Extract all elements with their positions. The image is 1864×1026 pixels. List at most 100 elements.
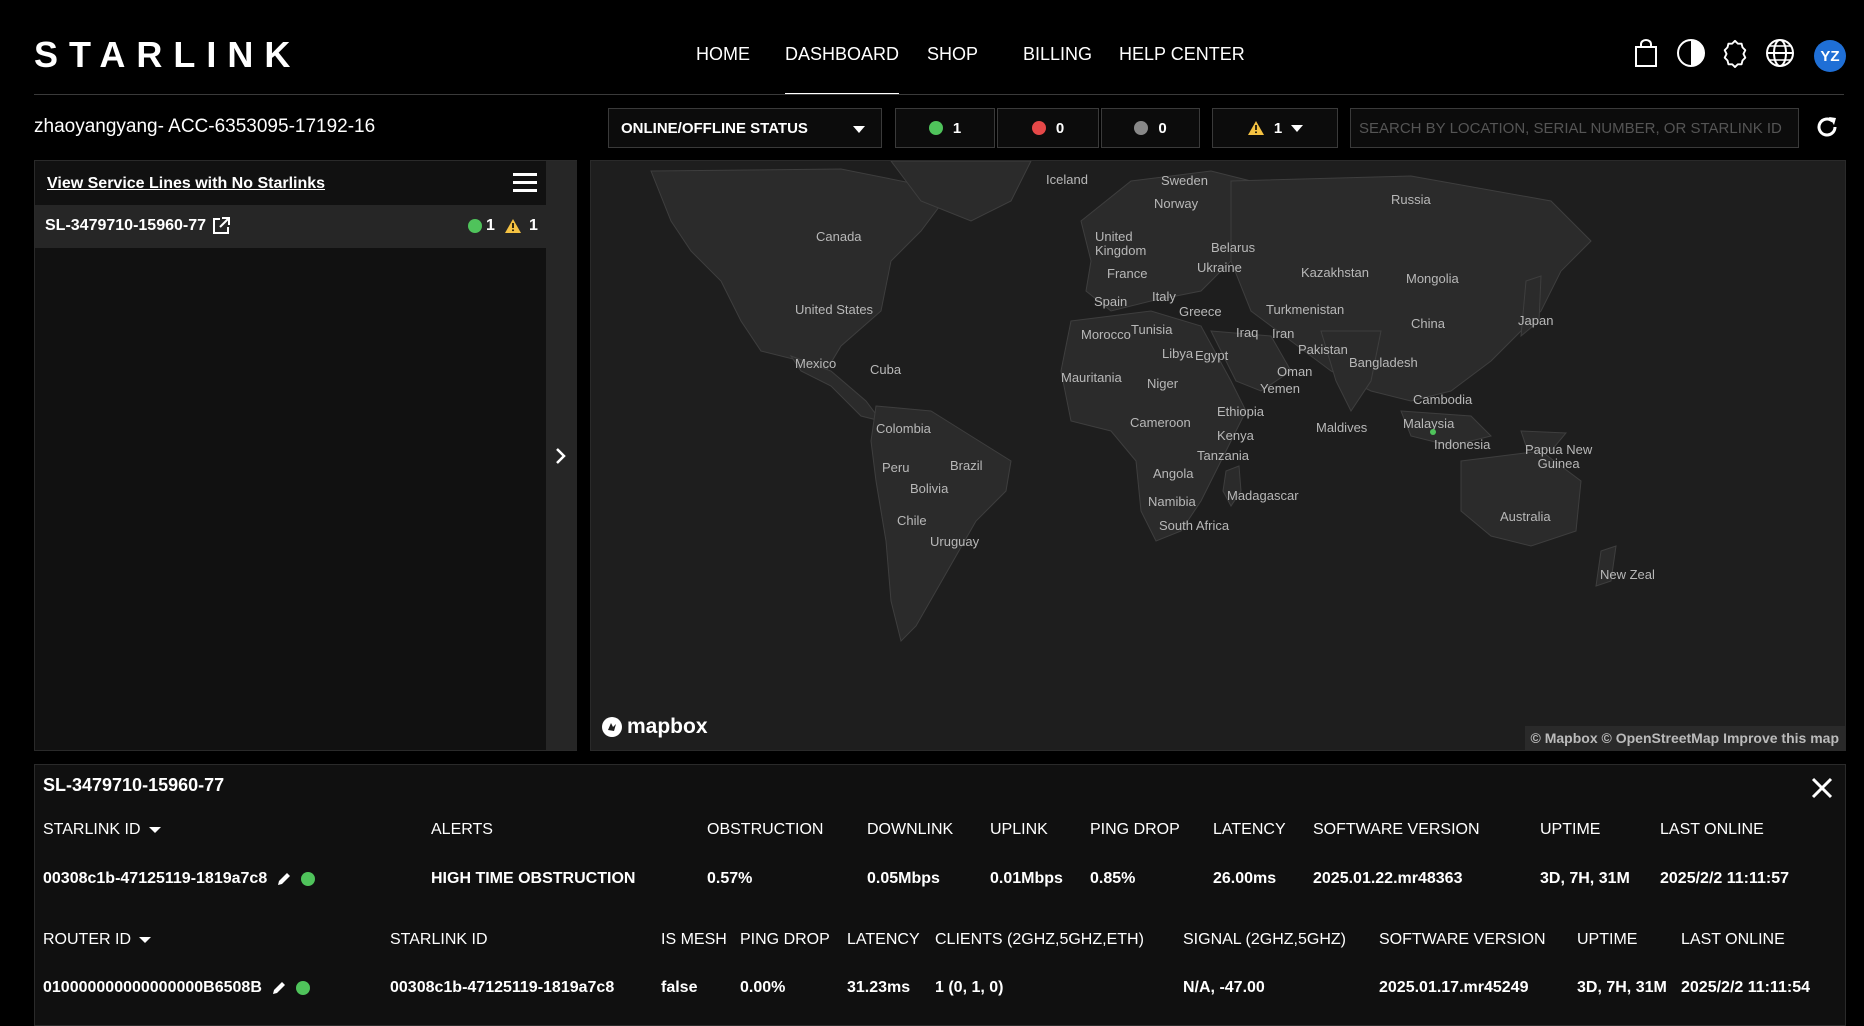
map-label-egypt: Egypt (1195, 348, 1229, 363)
mapbox-logo[interactable]: mapbox (601, 715, 708, 739)
mapbox-icon (602, 717, 622, 737)
nav-dashboard[interactable]: DASHBOARD (785, 44, 900, 94)
map-label-peru: Peru (882, 460, 910, 475)
map-attribution: © Mapbox © OpenStreetMap Improve this ma… (1524, 726, 1845, 750)
router-row: 010000000000000000B6508B (43, 979, 310, 997)
map-label-turkmenistan: Turkmenistan (1266, 302, 1345, 317)
map-label-uruguay: Uruguay (930, 534, 980, 549)
service-line-row[interactable]: SL-3479710-15960-77 1 1 (35, 205, 546, 248)
map-label-indonesia: Indonesia (1434, 437, 1491, 452)
refresh-icon[interactable] (1812, 112, 1842, 142)
map-label-oman: Oman (1277, 364, 1313, 379)
map-label-yemen: Yemen (1260, 381, 1300, 396)
th-router-software: SOFTWARE VERSION (1379, 931, 1546, 948)
map-label-mongolia: Mongolia (1406, 271, 1459, 286)
nav-home[interactable]: HOME (696, 44, 750, 65)
map-label-libya: Libya (1162, 346, 1194, 361)
map-label-niger: Niger (1147, 376, 1179, 391)
th-starlink-id[interactable]: STARLINK ID (43, 821, 161, 839)
obstruction-value: 0.57% (707, 870, 753, 887)
map-label-kazakhstan: Kazakhstan (1301, 265, 1369, 280)
status-dropdown-label: ONLINE/OFFLINE STATUS (621, 119, 808, 137)
nav-help-center[interactable]: HELP CENTER (1119, 44, 1245, 65)
th-latency: LATENCY (1213, 821, 1286, 838)
user-avatar[interactable]: YZ (1814, 40, 1846, 72)
no-starlinks-link[interactable]: View Service Lines with No Starlinks (47, 175, 325, 193)
unknown-dot (1134, 121, 1149, 135)
map-label-bangladesh: Bangladesh (1349, 355, 1418, 370)
world-map[interactable]: Iceland Sweden Norway Russia Canada Unit… (590, 160, 1846, 751)
starlink-id-value: 00308c1b-47125119-1819a7c8 (43, 870, 268, 887)
map-label-italy: Italy (1152, 289, 1176, 304)
map-label-south-africa: South Africa (1159, 518, 1230, 533)
starlink-location-marker[interactable] (1430, 429, 1436, 435)
attribution-mapbox[interactable]: © Mapbox (1531, 730, 1598, 746)
map-label-tunisia: Tunisia (1131, 322, 1173, 337)
th-obstruction: OBSTRUCTION (707, 821, 824, 838)
cart-icon[interactable] (1631, 38, 1661, 68)
th-router-ping-drop: PING DROP (740, 931, 830, 948)
gear-icon[interactable] (1720, 38, 1750, 68)
router-starlink-id-value: 00308c1b-47125119-1819a7c8 (390, 979, 615, 996)
th-uptime: UPTIME (1540, 821, 1601, 838)
chevron-right-icon (556, 448, 566, 464)
latency-value: 26.00ms (1213, 870, 1277, 887)
search-input[interactable] (1350, 108, 1799, 148)
panel-collapse-toggle[interactable] (546, 161, 577, 750)
online-filter[interactable]: 1 (895, 108, 995, 148)
map-label-mexico: Mexico (795, 356, 837, 371)
external-link-icon[interactable] (211, 216, 231, 236)
map-label-brazil: Brazil (950, 458, 983, 473)
signal-value: N/A, -47.00 (1183, 979, 1265, 996)
warning-icon (1247, 121, 1264, 135)
alert-count: 1 (1273, 119, 1283, 137)
th-ping-drop: PING DROP (1090, 821, 1180, 838)
map-label-namibia: Namibia (1148, 494, 1196, 509)
th-router-id[interactable]: ROUTER ID (43, 931, 151, 949)
globe-icon[interactable] (1765, 38, 1795, 68)
close-icon[interactable] (1809, 775, 1835, 801)
alert-filter[interactable]: 1 (1212, 108, 1338, 148)
menu-icon[interactable] (513, 173, 537, 193)
edit-icon[interactable] (270, 979, 288, 997)
map-label-iran: Iran (1272, 326, 1295, 341)
map-label-mauritania: Mauritania (1061, 370, 1122, 385)
map-label-russia: Russia (1391, 192, 1431, 207)
map-label-sweden: Sweden (1161, 173, 1208, 188)
map-label-malaysia: Malaysia (1403, 416, 1455, 431)
map-label-belarus: Belarus (1211, 240, 1256, 255)
th-router-starlink-id: STARLINK ID (390, 931, 488, 948)
map-label-papua-new-guinea: Papua New Guinea (1525, 442, 1593, 471)
status-dot (301, 872, 316, 886)
warning-icon (505, 219, 521, 233)
nav-shop[interactable]: SHOP (927, 44, 978, 65)
th-downlink: DOWNLINK (867, 821, 954, 838)
map-label-uk: United Kingdom (1095, 229, 1147, 258)
online-dot (928, 121, 943, 135)
header-divider (34, 94, 1844, 95)
map-label-pakistan: Pakistan (1298, 342, 1348, 357)
is-mesh-value: false (661, 979, 698, 996)
attribution-improve[interactable]: Improve this map (1723, 730, 1839, 746)
contrast-icon[interactable] (1676, 38, 1706, 68)
attribution-osm[interactable]: © OpenStreetMap (1602, 730, 1720, 746)
map-label-chile: Chile (897, 513, 927, 528)
account-name: zhaoyangyang- ACC-6353095-17192-16 (34, 116, 376, 137)
status-dropdown[interactable]: ONLINE/OFFLINE STATUS (608, 108, 882, 148)
nav-billing[interactable]: BILLING (1023, 44, 1092, 65)
sort-caret-icon[interactable] (139, 936, 151, 943)
mapbox-brand: mapbox (627, 715, 708, 738)
unknown-filter[interactable]: 0 (1101, 108, 1200, 148)
edit-icon[interactable] (275, 870, 293, 888)
unknown-count: 0 (1158, 119, 1167, 137)
map-label-new-zealand: New Zeal (1600, 567, 1655, 582)
map-label-iraq: Iraq (1236, 325, 1259, 340)
sort-caret-icon[interactable] (148, 826, 161, 833)
router-latency-value: 31.23ms (847, 979, 911, 996)
map-label-spain: Spain (1094, 294, 1128, 309)
offline-filter[interactable]: 0 (997, 108, 1099, 148)
th-router-last-online: LAST ONLINE (1681, 931, 1785, 948)
service-lines-list: View Service Lines with No Starlinks SL-… (35, 161, 546, 750)
chevron-down-icon (853, 126, 865, 133)
map-label-maldives: Maldives (1316, 420, 1368, 435)
